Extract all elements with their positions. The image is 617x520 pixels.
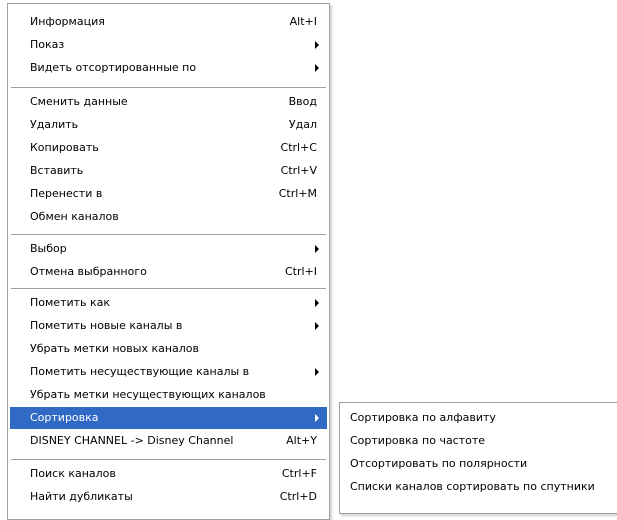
menu-item-show[interactable]: Показ [10,34,327,56]
submenu-arrow-icon [315,299,319,307]
menu-item-swap-channels[interactable]: Обмен каналов [10,206,327,228]
menu-item-delete[interactable]: Удалить Удал [10,114,327,136]
menu-item-copy[interactable]: Копировать Ctrl+C [10,137,327,159]
menu-item-shortcut: Удал [288,118,317,131]
submenu-arrow-icon [315,322,319,330]
menu-item-shortcut: Ctrl+I [284,265,317,278]
submenu-item-sort-alphabet[interactable]: Сортировка по алфавиту [342,407,617,429]
menu-item-label: Списки каналов сортировать по спутники [350,480,595,493]
menu-item-mark-new-channels[interactable]: Пометить новые каналы в [10,315,327,337]
menu-item-label: Отмена выбранного [30,265,147,278]
menu-item-unmark-new-channels[interactable]: Убрать метки новых каналов [10,338,327,360]
menu-item-find-duplicates[interactable]: Найти дубликаты Ctrl+D [10,486,327,508]
menu-separator [11,87,326,88]
menu-separator [11,234,326,235]
menu-item-shortcut: Ctrl+M [278,187,317,200]
menu-item-info[interactable]: Информация Alt+I [10,11,327,33]
menu-item-mark-as[interactable]: Пометить как [10,292,327,314]
menu-item-label: Выбор [30,242,67,255]
menu-item-label: Копировать [30,141,99,154]
menu-item-label: Пометить несуществующие каналы в [30,365,250,378]
menu-item-label: Убрать метки новых каналов [30,342,200,355]
menu-item-rename-disney[interactable]: DISNEY CHANNEL -> Disney Channel Alt+Y [10,430,327,452]
menu-item-label: Видеть отсортированные по [30,61,197,74]
menu-item-shortcut: Alt+I [289,15,317,28]
menu-item-label: Показ [30,38,65,51]
menu-item-label: Убрать метки несуществующих каналов [30,388,266,401]
menu-item-label: Поиск каналов [30,467,116,480]
menu-item-paste[interactable]: Вставить Ctrl+V [10,160,327,182]
menu-item-label: Удалить [30,118,79,131]
menu-item-shortcut: Ctrl+C [280,141,317,154]
submenu-arrow-icon [315,64,319,72]
menu-item-deselect[interactable]: Отмена выбранного Ctrl+I [10,261,327,283]
menu-item-select[interactable]: Выбор [10,238,327,260]
menu-item-change-data[interactable]: Сменить данные Ввод [10,91,327,113]
menu-item-move-to[interactable]: Перенести в Ctrl+M [10,183,327,205]
submenu-arrow-icon [315,414,319,422]
menu-item-label: Пометить новые каналы в [30,319,183,332]
context-menu: Информация Alt+I Показ Видеть отсортиров… [7,3,330,520]
submenu-item-sort-polarity[interactable]: Отсортировать по полярности [342,453,617,475]
menu-item-label: Отсортировать по полярности [350,457,528,470]
menu-item-view-sorted-by[interactable]: Видеть отсортированные по [10,57,327,79]
submenu-arrow-icon [315,245,319,253]
menu-item-shortcut: Alt+Y [286,434,317,447]
menu-item-label: Пометить как [30,296,111,309]
submenu-item-sort-frequency[interactable]: Сортировка по частоте [342,430,617,452]
menu-item-unmark-missing-channels[interactable]: Убрать метки несуществующих каналов [10,384,327,406]
menu-item-shortcut: Ctrl+V [280,164,317,177]
menu-item-label: Сортировка [30,411,99,424]
menu-item-label: Сортировка по алфавиту [350,411,496,424]
submenu-item-sort-by-satellite[interactable]: Списки каналов сортировать по спутники [342,476,617,498]
menu-item-label: Сортировка по частоте [350,434,486,447]
menu-item-label: DISNEY CHANNEL -> Disney Channel [30,434,234,447]
menu-item-sort[interactable]: Сортировка [10,407,327,429]
menu-item-mark-missing-channels[interactable]: Пометить несуществующие каналы в [10,361,327,383]
menu-separator [11,459,326,460]
menu-item-shortcut: Ввод [288,95,317,108]
sort-submenu: Сортировка по алфавиту Сортировка по час… [339,402,617,514]
menu-item-label: Перенести в [30,187,103,200]
submenu-arrow-icon [315,368,319,376]
menu-item-find-channels[interactable]: Поиск каналов Ctrl+F [10,463,327,485]
menu-item-label: Информация [30,15,105,28]
menu-item-label: Найти дубликаты [30,490,133,503]
menu-item-shortcut: Ctrl+F [281,467,317,480]
menu-separator [11,288,326,289]
menu-item-label: Сменить данные [30,95,128,108]
menu-item-label: Вставить [30,164,84,177]
submenu-arrow-icon [315,41,319,49]
menu-item-shortcut: Ctrl+D [279,490,317,503]
menu-item-label: Обмен каналов [30,210,119,223]
